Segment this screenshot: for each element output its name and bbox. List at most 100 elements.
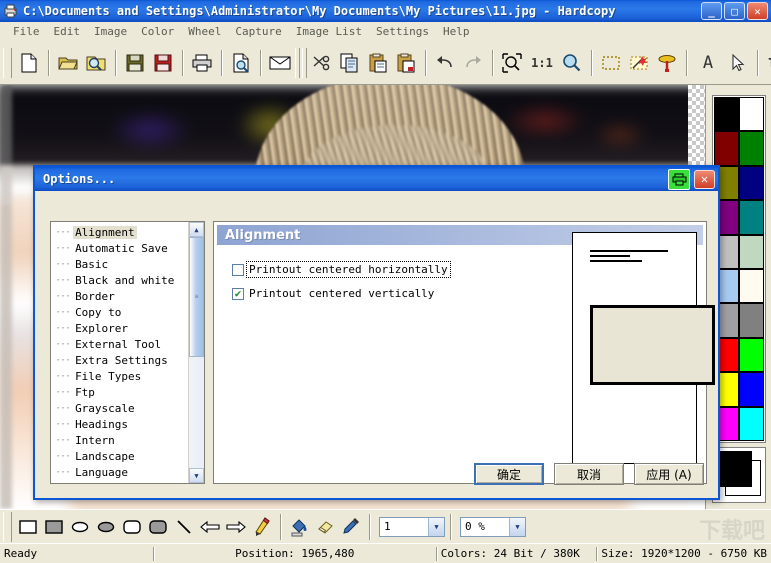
cancel-button[interactable]: 取消: [554, 463, 624, 485]
save-as-icon[interactable]: [149, 49, 177, 77]
arrow-left-tool-icon[interactable]: [197, 515, 223, 539]
magic-select-icon[interactable]: [625, 49, 653, 77]
pencil-tool-icon[interactable]: [249, 515, 275, 539]
toolbar-grip[interactable]: [302, 48, 307, 78]
tree-item-extra-settings[interactable]: ···Extra Settings: [51, 352, 188, 368]
checkbox-row-horizontal[interactable]: Printout centered horizontally: [232, 262, 450, 277]
palette-swatch[interactable]: [739, 131, 764, 165]
color-palette[interactable]: [712, 95, 766, 443]
toolbar-grip[interactable]: [295, 48, 300, 78]
line-tool-icon[interactable]: [171, 515, 197, 539]
tree-item-copy-to[interactable]: ···Copy to: [51, 304, 188, 320]
arrow-right-tool-icon[interactable]: [223, 515, 249, 539]
print-preview-icon[interactable]: [227, 49, 255, 77]
palette-swatch[interactable]: [739, 372, 764, 406]
text-tool-button[interactable]: A: [692, 49, 724, 77]
rounded-rect-filled-tool-icon[interactable]: [145, 515, 171, 539]
pointer-tool-icon[interactable]: [724, 49, 752, 77]
minimize-button[interactable]: _: [701, 2, 722, 20]
chevron-down-icon[interactable]: ▼: [509, 518, 525, 536]
options-tree[interactable]: ···Alignment···Automatic Save···Basic ···…: [50, 221, 205, 484]
current-color-indicator[interactable]: [712, 447, 766, 503]
tree-item-basic[interactable]: ···Basic: [51, 256, 188, 272]
menu-settings[interactable]: Settings: [369, 24, 436, 39]
palette-swatch[interactable]: [739, 235, 764, 269]
tree-item-explorer[interactable]: ···Explorer: [51, 320, 188, 336]
eyedropper-tool-icon[interactable]: [338, 515, 364, 539]
toolbar-grip[interactable]: [3, 48, 12, 78]
scroll-down-icon[interactable]: ▼: [189, 468, 204, 483]
palette-swatch[interactable]: [739, 338, 764, 372]
tree-item-language[interactable]: ···Language: [51, 464, 188, 480]
zoom-icon[interactable]: [558, 49, 586, 77]
zoom-actual-size-button[interactable]: 1:1: [526, 49, 558, 77]
open-folder-icon[interactable]: [54, 49, 82, 77]
menu-color[interactable]: Color: [134, 24, 181, 39]
tree-item-intern[interactable]: ···Intern: [51, 432, 188, 448]
rectangle-outline-tool-icon[interactable]: [15, 515, 41, 539]
copy-icon[interactable]: [336, 49, 364, 77]
tree-item-headings[interactable]: ···Headings: [51, 416, 188, 432]
palette-swatch[interactable]: [739, 97, 764, 131]
menu-edit[interactable]: Edit: [47, 24, 88, 39]
scroll-up-icon[interactable]: ▲: [189, 222, 204, 237]
save-icon[interactable]: [121, 49, 149, 77]
tree-item-ftp[interactable]: ···Ftp: [51, 384, 188, 400]
open-preview-icon[interactable]: [82, 49, 110, 77]
palette-swatch[interactable]: [739, 166, 764, 200]
paste-special-icon[interactable]: [392, 49, 420, 77]
menu-help[interactable]: Help: [436, 24, 477, 39]
palette-swatch[interactable]: [714, 131, 739, 165]
menu-capture[interactable]: Capture: [228, 24, 288, 39]
scrollbar-track[interactable]: ≡: [189, 237, 204, 468]
tree-item-automatic-save[interactable]: ···Automatic Save: [51, 240, 188, 256]
tree-item-grayscale[interactable]: ···Grayscale: [51, 400, 188, 416]
line-width-dropdown[interactable]: 1 ▼: [379, 517, 445, 537]
tree-item-logging[interactable]: ···Logging: [51, 480, 188, 483]
scrollbar-thumb[interactable]: ≡: [189, 237, 204, 357]
palette-swatch[interactable]: [739, 269, 764, 303]
palette-swatch[interactable]: [739, 303, 764, 337]
checkbox-label-horizontal[interactable]: Printout centered horizontally: [247, 262, 450, 277]
select-rectangle-icon[interactable]: [597, 49, 625, 77]
apply-button[interactable]: 应用 (A): [634, 463, 704, 485]
undo-icon[interactable]: [431, 49, 459, 77]
ellipse-filled-tool-icon[interactable]: [93, 515, 119, 539]
tree-item-border[interactable]: ···Border: [51, 288, 188, 304]
tree-item-landscape[interactable]: ···Landscape: [51, 448, 188, 464]
menu-image-list[interactable]: Image List: [289, 24, 369, 39]
checkbox-centered-horizontally[interactable]: [232, 264, 244, 276]
tree-item-alignment[interactable]: ···Alignment: [51, 224, 188, 240]
fit-to-window-icon[interactable]: [498, 49, 526, 77]
menu-image[interactable]: Image: [87, 24, 134, 39]
print-icon[interactable]: [188, 49, 216, 77]
tree-item-file-types[interactable]: ···File Types: [51, 368, 188, 384]
checkbox-row-vertical[interactable]: ✔ Printout centered vertically: [232, 286, 436, 301]
redo-icon[interactable]: [459, 49, 487, 77]
rectangle-filled-tool-icon[interactable]: [41, 515, 67, 539]
cut-icon[interactable]: [308, 49, 336, 77]
rounded-rect-outline-tool-icon[interactable]: [119, 515, 145, 539]
palette-swatch[interactable]: [739, 200, 764, 234]
checkbox-label-vertical[interactable]: Printout centered vertically: [247, 286, 436, 301]
tree-scrollbar[interactable]: ▲ ≡ ▼: [188, 222, 204, 483]
palette-swatch[interactable]: [714, 97, 739, 131]
toolbar-grip[interactable]: [3, 512, 12, 542]
tree-item-external-tool[interactable]: ···External Tool: [51, 336, 188, 352]
mail-icon[interactable]: [266, 49, 294, 77]
title-button[interactable]: Tit: [763, 49, 771, 77]
menu-wheel[interactable]: Wheel: [181, 24, 228, 39]
printer-icon[interactable]: [668, 169, 690, 190]
new-document-icon[interactable]: [15, 49, 43, 77]
transparency-dropdown[interactable]: 0 % ▼: [460, 517, 526, 537]
menu-file[interactable]: File: [6, 24, 47, 39]
maximize-button[interactable]: □: [724, 2, 745, 20]
foreground-color-swatch[interactable]: [716, 451, 752, 487]
palette-swatch[interactable]: [739, 407, 764, 441]
fill-bucket-tool-icon[interactable]: [286, 515, 312, 539]
dialog-close-button[interactable]: ✕: [694, 170, 715, 189]
paste-icon[interactable]: [364, 49, 392, 77]
close-button[interactable]: ✕: [747, 2, 768, 20]
ellipse-outline-tool-icon[interactable]: [67, 515, 93, 539]
ok-button[interactable]: 确定: [474, 463, 544, 485]
